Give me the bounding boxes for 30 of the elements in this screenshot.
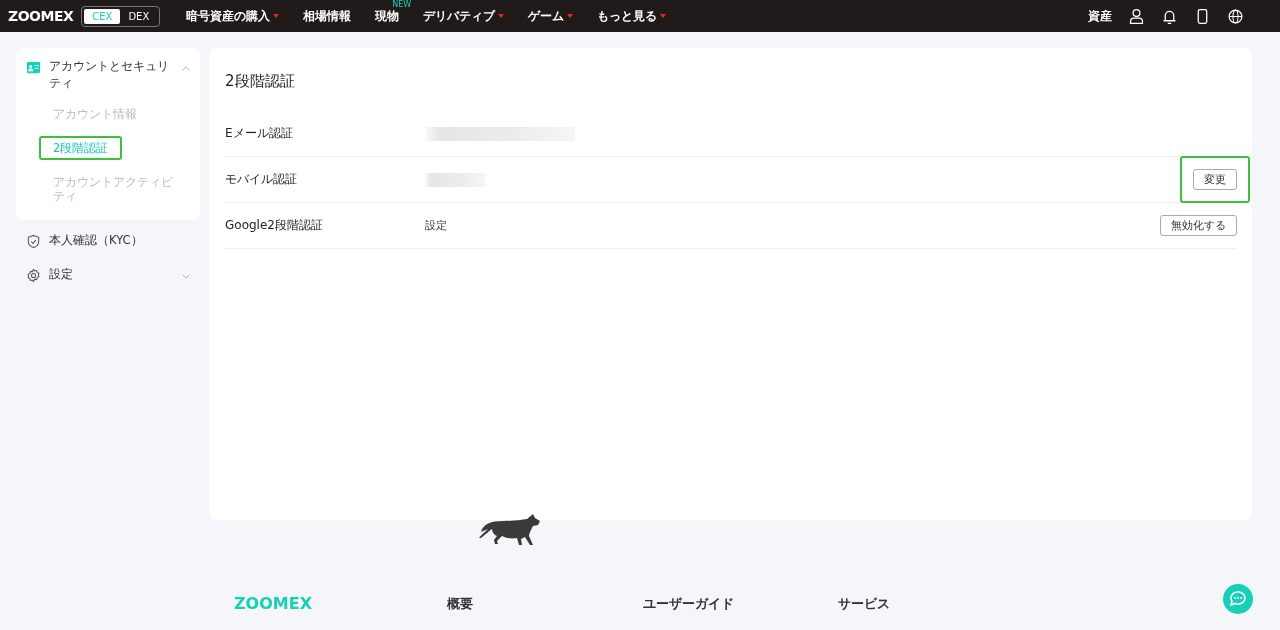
footer-heading: ユーザーガイド: [642, 594, 735, 613]
settings-icon: [26, 268, 41, 283]
logo[interactable]: ZOOMEX: [8, 8, 74, 24]
shield-check-icon: [26, 234, 41, 249]
row-label: Eメール認証: [225, 125, 294, 142]
nav-link[interactable]: 相場情報: [303, 7, 352, 25]
chat-bubble-icon: [1228, 589, 1248, 609]
sidebar-section[interactable]: 設定: [49, 266, 174, 283]
sidebar-section[interactable]: アカウントとセキュリティ: [49, 58, 174, 92]
nav-link[interactable]: もっと見る: [597, 7, 658, 25]
row-value: 設定: [425, 218, 447, 233]
mode-tab[interactable]: DEX: [120, 8, 158, 24]
nav-link[interactable]: デリバティブ: [423, 7, 496, 25]
globe-icon[interactable]: [1227, 7, 1244, 25]
row-action-button[interactable]: 無効化する: [1160, 215, 1237, 236]
footer-heading: 概要: [447, 594, 475, 613]
user-icon[interactable]: [1128, 7, 1145, 25]
footer-heading: サービス: [838, 594, 892, 613]
page-title: 2段階認証: [225, 72, 296, 91]
row-label: Google2段階認証: [225, 217, 324, 234]
id-card-icon: [26, 60, 41, 75]
new-label: NEW: [392, 0, 412, 9]
nav-link[interactable]: 現物: [375, 7, 400, 25]
nav-link[interactable]: 暗号資産の購入: [186, 7, 271, 25]
sidebar-section[interactable]: 本人確認（KYC）: [49, 232, 190, 249]
cat-drawing: [477, 512, 543, 548]
row-action-button[interactable]: 変更: [1193, 169, 1237, 190]
nav-link[interactable]: ゲーム: [528, 7, 565, 25]
assets-link[interactable]: 資産: [1088, 7, 1112, 25]
row-label: モバイル認証: [225, 171, 298, 188]
